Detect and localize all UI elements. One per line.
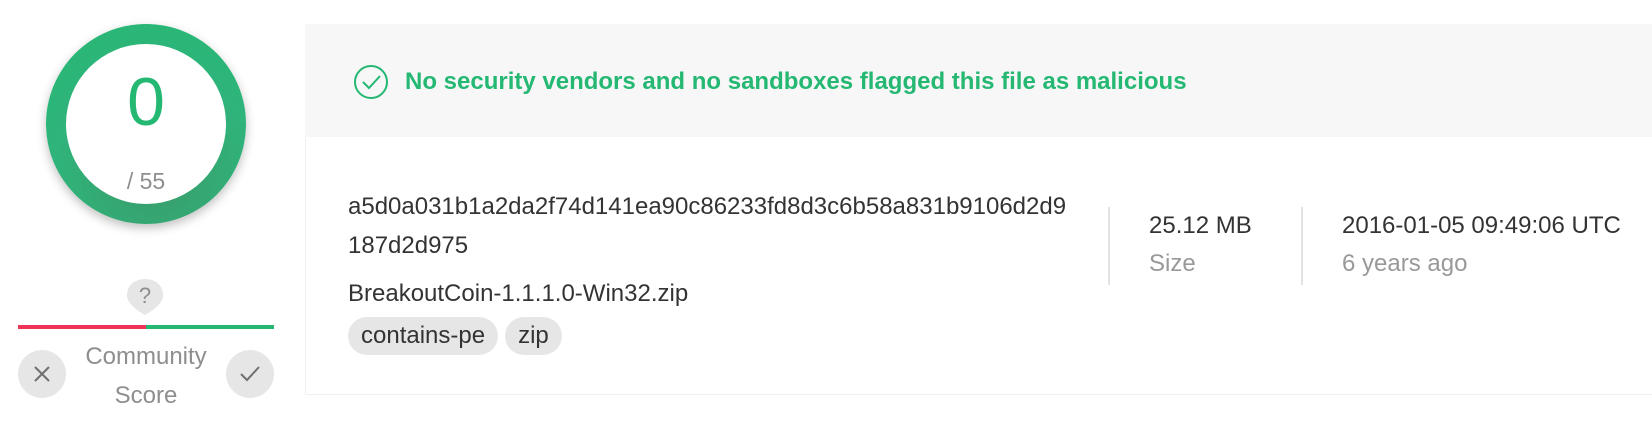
vote-harmless-button[interactable] bbox=[226, 350, 274, 398]
verdict-banner: No security vendors and no sandboxes fla… bbox=[305, 24, 1652, 137]
file-name: BreakoutCoin-1.1.1.0-Win32.zip bbox=[348, 280, 689, 307]
close-icon bbox=[34, 366, 50, 382]
verdict-message: No security vendors and no sandboxes fla… bbox=[405, 68, 1187, 95]
score-panel: 0 / 55 ? Community Score bbox=[0, 0, 290, 432]
community-score-label: Community Score bbox=[85, 343, 207, 409]
stats-divider bbox=[1301, 207, 1303, 285]
analysis-date-value: 2016-01-05 09:49:06 UTC bbox=[1342, 212, 1621, 239]
tag-zip[interactable]: zip bbox=[505, 317, 562, 355]
engine-total: / 55 bbox=[126, 168, 166, 194]
file-details: a5d0a031b1a2da2f74d141ea90c86233fd8d3c6b… bbox=[305, 137, 1652, 395]
detection-score-center: 0 / 55 bbox=[66, 44, 226, 204]
community-positive-bar bbox=[146, 325, 274, 329]
vote-malicious-button[interactable] bbox=[18, 350, 66, 398]
check-circle-icon bbox=[353, 64, 389, 100]
file-tags: contains-pe zip bbox=[348, 317, 569, 355]
file-size-stat: 25.12 MB Size bbox=[1149, 207, 1252, 283]
file-size-label: Size bbox=[1149, 250, 1196, 277]
community-marker-symbol: ? bbox=[139, 283, 151, 308]
community-negative-bar bbox=[18, 325, 146, 329]
detection-score-ring: 0 / 55 bbox=[46, 24, 246, 224]
file-report-summary: 0 / 55 ? Community Score No security ven… bbox=[0, 0, 1652, 432]
stats-divider bbox=[1108, 207, 1110, 285]
check-icon bbox=[240, 366, 260, 382]
file-hash: a5d0a031b1a2da2f74d141ea90c86233fd8d3c6b… bbox=[348, 193, 1067, 259]
file-size-value: 25.12 MB bbox=[1149, 212, 1252, 239]
analysis-date-stat: 2016-01-05 09:49:06 UTC 6 years ago bbox=[1342, 207, 1621, 283]
detection-count: 0 bbox=[127, 64, 165, 140]
analysis-date-relative: 6 years ago bbox=[1342, 250, 1468, 277]
tag-contains-pe[interactable]: contains-pe bbox=[348, 317, 499, 355]
community-score-marker: ? bbox=[125, 277, 165, 317]
